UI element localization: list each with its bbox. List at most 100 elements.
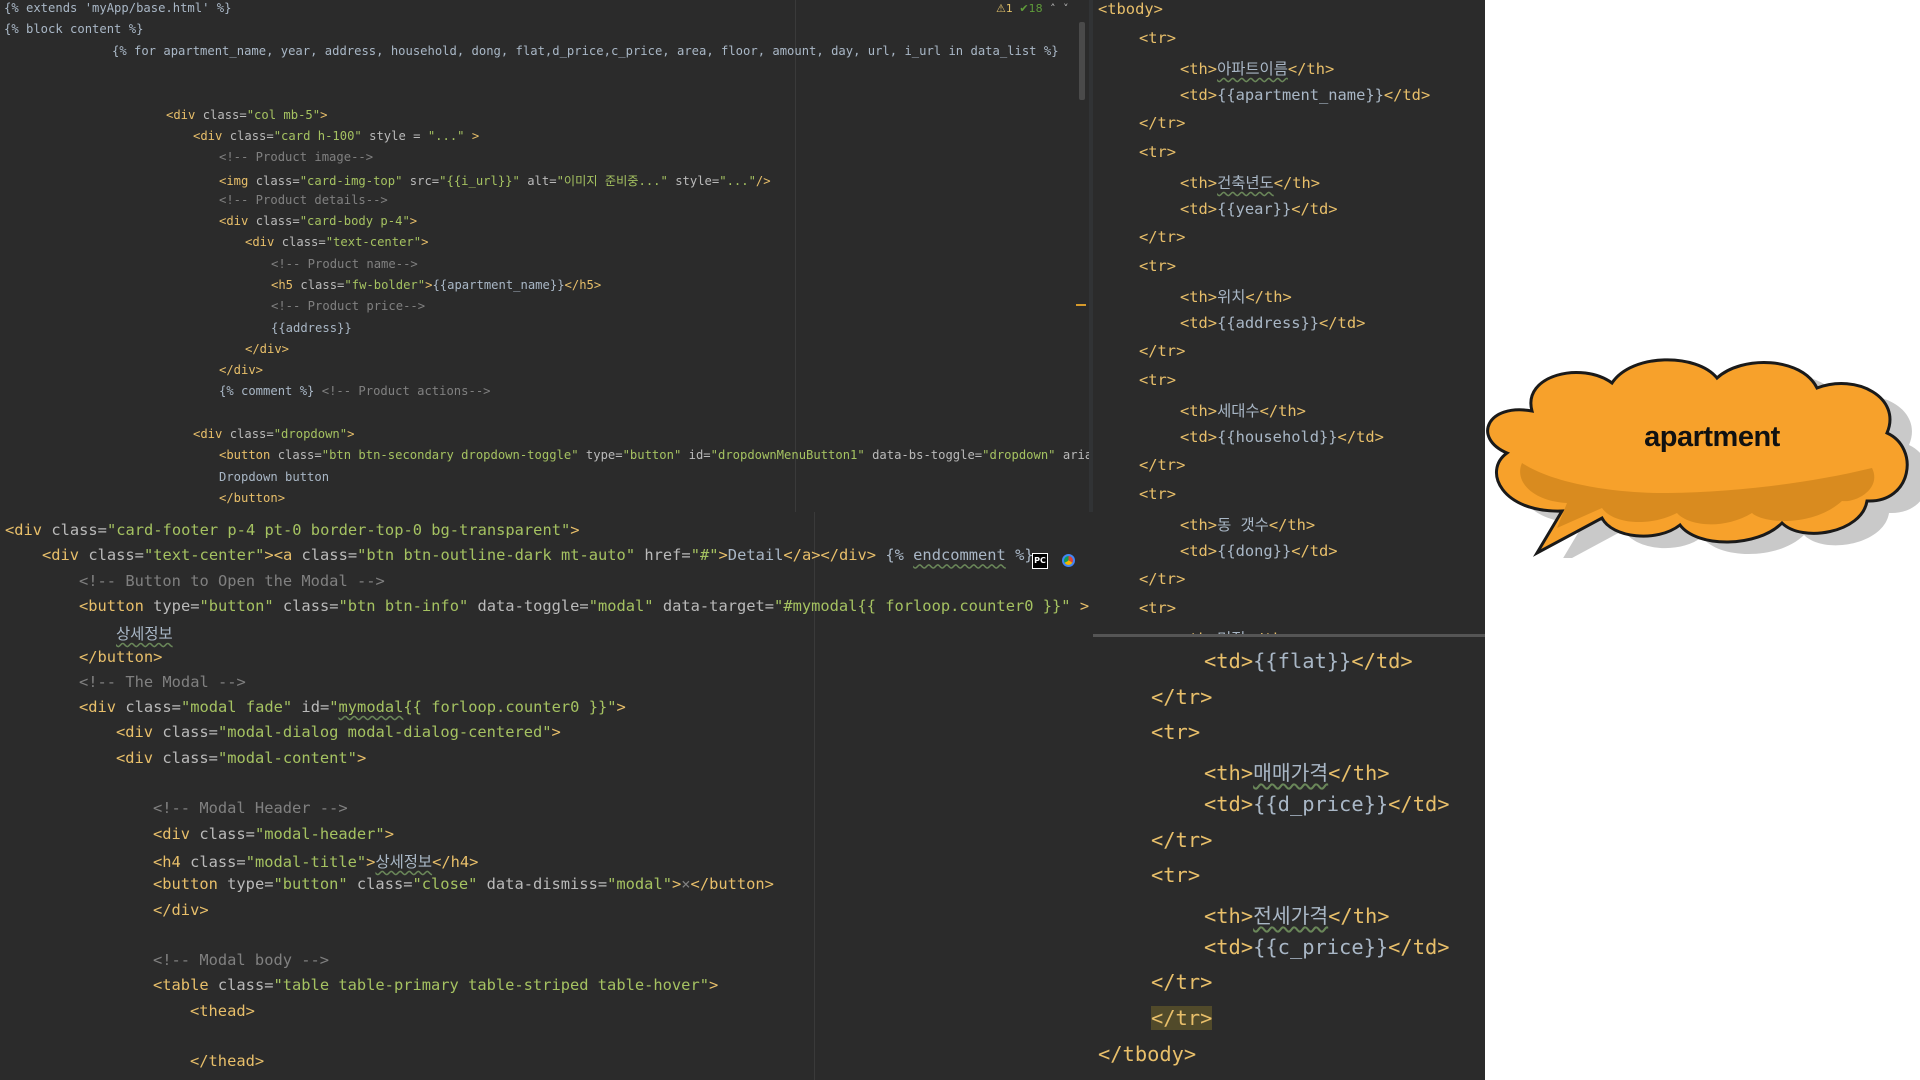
code-line[interactable]: <!-- The Modal --> [79, 673, 246, 691]
code-line[interactable]: <!-- Product details--> [219, 193, 388, 207]
editor-pane-right-bottom[interactable]: <td>{{flat}}</td> </tr> <tr> <th>매매가격</th> <… [1093, 637, 1485, 1080]
code-line[interactable]: <table class="table table-primary table-… [153, 976, 718, 994]
code-line[interactable]: <th>건축년도</th> [1180, 171, 1320, 193]
code-line[interactable]: </tr> [1139, 456, 1185, 474]
code-token: <!-- Product details--> [219, 192, 388, 207]
arrow-down-icon[interactable]: ˅ [1063, 2, 1069, 15]
code-line[interactable]: <tr> [1151, 863, 1200, 887]
code-token: <h4 [153, 852, 191, 871]
code-line[interactable]: </tr> [1151, 828, 1212, 852]
code-line[interactable]: <td>{{household}}</td> [1180, 428, 1384, 446]
code-line[interactable]: <tr> [1139, 371, 1176, 389]
error-stripe-marker[interactable] [1076, 304, 1086, 306]
code-line[interactable]: <div class="dropdown"> [193, 427, 354, 441]
code-token: </th> [1328, 903, 1390, 928]
code-line[interactable]: <td>{{c_price}}</td> [1204, 935, 1450, 959]
code-line[interactable]: <button class="btn btn-secondary dropdow… [219, 448, 1089, 462]
code-line[interactable]: </button> [219, 491, 285, 505]
code-line[interactable]: </tr> [1139, 114, 1185, 132]
code-line[interactable]: <th>동 갯수</th> [1180, 513, 1315, 535]
code-line[interactable]: Dropdown button [219, 470, 329, 484]
code-line[interactable]: <tr> [1151, 720, 1200, 744]
code-line[interactable]: <div class="modal-header"> [153, 825, 394, 843]
code-line[interactable]: </tr> [1151, 1006, 1213, 1030]
code-line[interactable]: {% comment %} <!-- Product actions--> [219, 384, 491, 398]
code-line[interactable]: <h5 class="fw-bolder">{{apartment_name}}… [271, 278, 601, 292]
pane-splitter[interactable] [1089, 0, 1093, 512]
code-line[interactable]: <th>세대수</th> [1180, 399, 1306, 421]
code-line[interactable]: <tr> [1139, 485, 1176, 503]
code-line[interactable]: {% extends 'myApp/base.html' %} [4, 1, 231, 15]
code-line[interactable]: <th>매매가격</th> [1204, 756, 1390, 786]
code-token: {{address}} [271, 320, 352, 335]
code-line[interactable]: <!-- Modal Header --> [153, 799, 348, 817]
code-line[interactable]: <tr> [1139, 599, 1176, 617]
code-line[interactable]: <div class="card h-100" style = "..." > [193, 129, 479, 143]
code-line[interactable]: </div> [219, 363, 263, 377]
code-line[interactable]: </thead> [190, 1052, 264, 1070]
code-line[interactable]: </button> [79, 648, 162, 666]
code-line[interactable]: <!-- Button to Open the Modal --> [79, 572, 385, 590]
code-line[interactable]: <div class="modal fade" id="mymodal{{ fo… [79, 698, 626, 716]
code-line[interactable]: <td>{{flat}}</td> [1204, 649, 1413, 673]
code-line[interactable]: <tr> [1139, 257, 1176, 275]
code-line[interactable]: {% block content %} [4, 22, 143, 36]
code-line[interactable]: <div class="modal-dialog modal-dialog-ce… [116, 723, 561, 741]
code-token: 건축년도 [1217, 174, 1274, 192]
code-line[interactable]: <button type="button" class="btn btn-inf… [79, 597, 1089, 615]
code-line[interactable]: <img class="card-img-top" src="{{i_url}}… [219, 171, 771, 189]
code-token: > [708, 976, 719, 995]
code-line[interactable]: <!-- Product price--> [271, 299, 425, 313]
code-line[interactable]: <!-- Product name--> [271, 257, 418, 271]
code-token: > [616, 698, 626, 717]
code-line[interactable]: <div class="card-body p-4"> [219, 214, 417, 228]
code-line[interactable]: <div class="text-center"> [245, 235, 428, 249]
code-line[interactable]: {% for apartment_name, year, address, ho… [112, 44, 1059, 58]
editor-pane-top[interactable]: {% extends 'myApp/base.html' %} {% block … [0, 0, 1089, 512]
code-line[interactable]: <tr> [1139, 143, 1176, 161]
code-line[interactable]: <th>아파트이름</th> [1180, 57, 1334, 79]
code-line[interactable]: <div class="text-center"><a class="btn b… [42, 546, 1034, 564]
code-line[interactable]: <td>{{apartment_name}}</td> [1180, 86, 1430, 104]
code-line[interactable]: <td>{{address}}</td> [1180, 314, 1365, 332]
code-line[interactable]: <td>{{year}}</td> [1180, 200, 1338, 218]
code-line[interactable]: <td>{{dong}}</td> [1180, 542, 1338, 560]
code-line[interactable]: </tr> [1139, 228, 1185, 246]
code-line[interactable]: <h4 class="modal-title">상세정보</h4> [153, 850, 478, 872]
code-line[interactable]: <th>전세가격</th> [1204, 899, 1390, 929]
code-token: "modal-header" [254, 824, 385, 843]
inspection-widget[interactable]: ⚠1 ✔18 ˄ ˅ [996, 2, 1069, 15]
chrome-icon[interactable] [1061, 554, 1075, 567]
code-line[interactable]: </tr> [1151, 970, 1212, 994]
scrollbar-thumb[interactable] [1079, 22, 1085, 100]
code-line[interactable]: <th>위치</th> [1180, 285, 1292, 307]
code-line[interactable]: <div class="card-footer p-4 pt-0 border-… [5, 521, 580, 539]
code-token: <tr> [1139, 370, 1177, 389]
code-token: "close" [412, 875, 487, 894]
code-line[interactable]: </div> [245, 342, 289, 356]
code-line[interactable]: {{address}} [271, 321, 352, 335]
code-line[interactable]: <td>{{d_price}}</td> [1204, 792, 1450, 816]
code-line[interactable]: <!-- Product image--> [219, 150, 373, 164]
editor-pane-right-top[interactable]: <tbody> <tr> <th>아파트이름</th> <td>{{apartment… [1093, 0, 1485, 637]
code-line[interactable]: 상세정보 [116, 622, 173, 644]
code-line[interactable]: <tr> [1139, 29, 1176, 47]
code-line[interactable]: <div class="col mb-5"> [166, 108, 327, 122]
pycharm-icon[interactable]: PC [1032, 552, 1048, 569]
code-token: type= [585, 448, 623, 463]
code-line[interactable]: <thead> [190, 1002, 255, 1020]
code-line[interactable]: </tr> [1139, 570, 1185, 588]
editor-pane-bottom[interactable]: <div class="card-footer p-4 pt-0 border-… [0, 512, 1093, 1080]
apartment-callout: apartment [1462, 353, 1920, 565]
code-line[interactable]: </div> [153, 901, 209, 919]
code-line[interactable]: <div class="modal-content"> [116, 749, 366, 767]
code-line[interactable]: <!-- Modal body --> [153, 951, 329, 969]
code-token: class= [255, 174, 300, 189]
code-token: <td> [1204, 934, 1254, 959]
code-line[interactable]: <button type="button" class="close" data… [153, 875, 774, 893]
arrow-up-icon[interactable]: ˄ [1050, 2, 1056, 15]
code-line[interactable]: <tbody> [1098, 0, 1163, 18]
code-line[interactable]: </tr> [1151, 685, 1212, 709]
code-line[interactable]: </tbody> [1098, 1042, 1196, 1066]
code-line[interactable]: </tr> [1139, 342, 1185, 360]
